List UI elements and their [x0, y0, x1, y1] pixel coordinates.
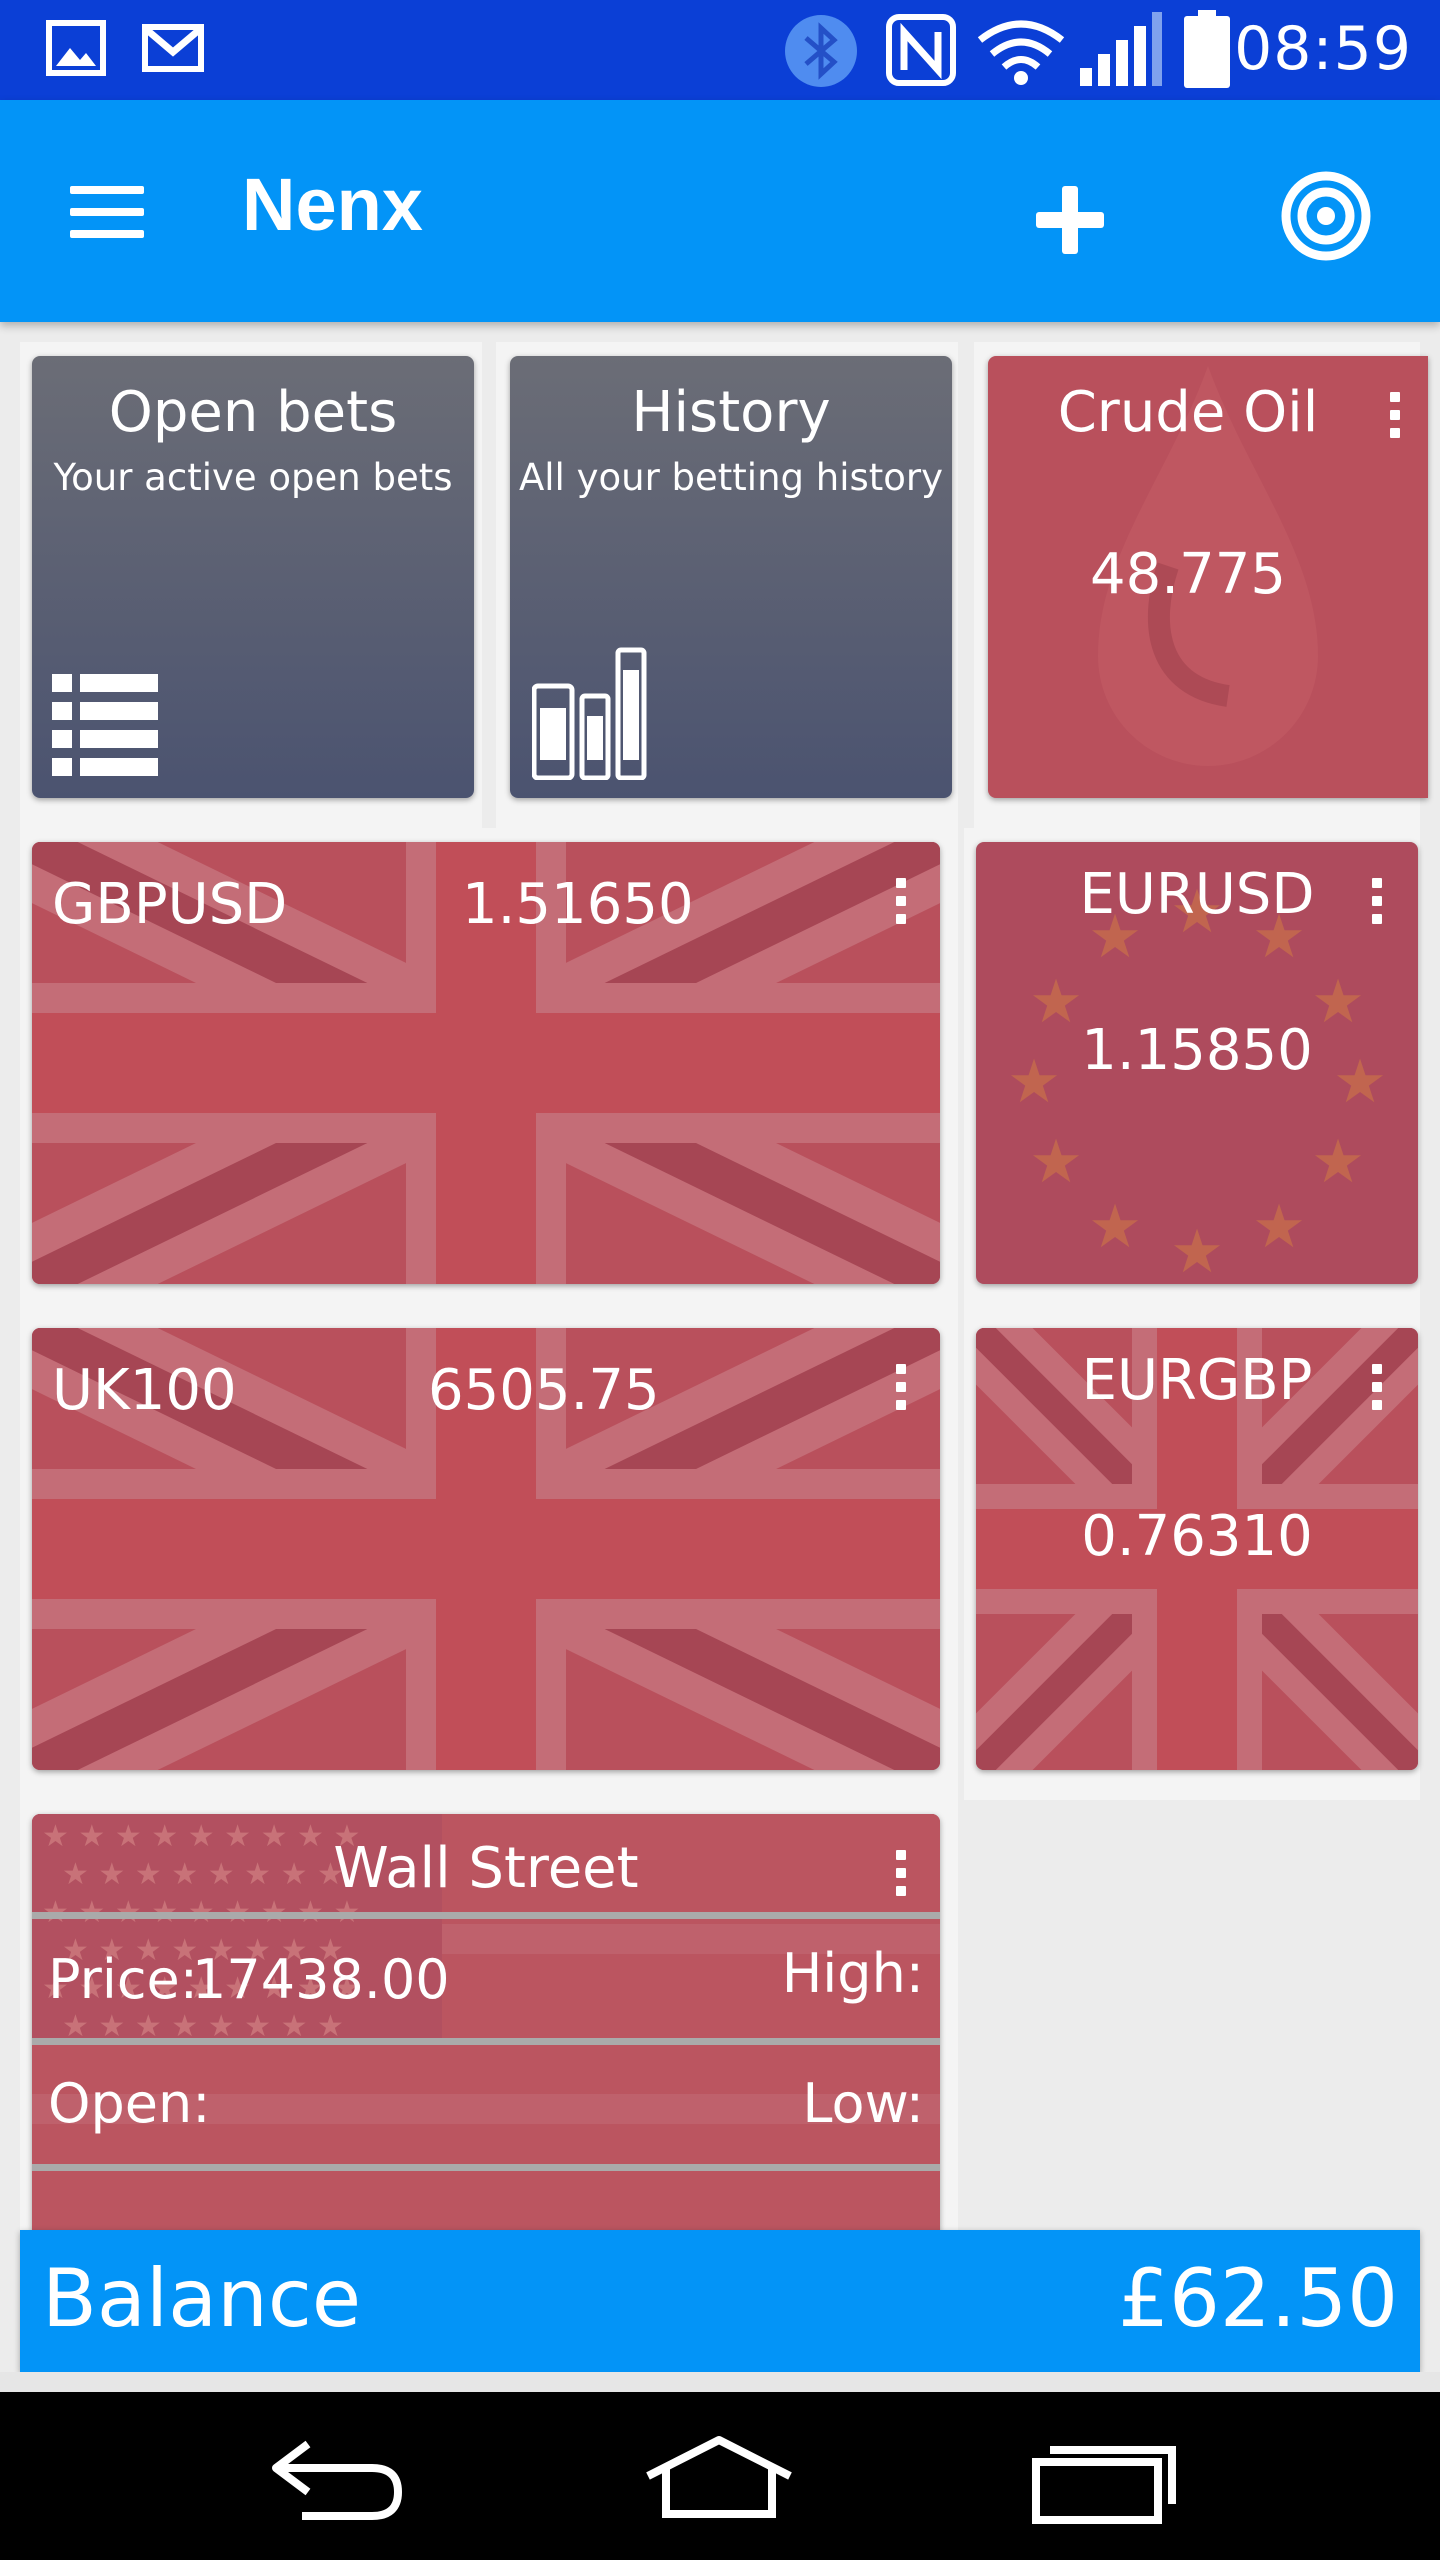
app-bar: Nenx — [0, 100, 1440, 322]
balance-label: Balance — [42, 2252, 362, 2345]
history-subtitle: All your betting history — [518, 456, 944, 499]
uk100-name: UK100 — [52, 1358, 237, 1423]
recents-icon — [1032, 2446, 1176, 2524]
app-title: Nenx — [242, 163, 423, 246]
wall-street-price: 17438.00 — [192, 1948, 450, 2011]
svg-text:★: ★ — [1170, 1217, 1224, 1284]
gmail-icon — [142, 24, 204, 72]
svg-text:★: ★ — [1029, 1127, 1083, 1197]
gbpusd-menu-button[interactable] — [880, 872, 920, 952]
svg-text:★: ★ — [1088, 1192, 1142, 1262]
books-icon — [532, 647, 647, 780]
kebab-icon — [1372, 1364, 1382, 1374]
bluetooth-icon — [785, 15, 857, 87]
eurusd-menu-button[interactable] — [1356, 872, 1396, 952]
wall-street-high-label: High: — [781, 1942, 924, 2005]
svg-text:★: ★ — [1252, 1192, 1306, 1262]
open-bets-tile[interactable]: Open bets Your active open bets — [32, 356, 474, 798]
gbpusd-price: 1.51650 — [462, 872, 694, 937]
wall-street-price-label: Price: — [48, 1948, 198, 2011]
crude-oil-tile[interactable]: Crude Oil 48.775 — [988, 356, 1428, 798]
crude-oil-price: 48.775 — [1090, 542, 1286, 607]
target-button[interactable] — [1270, 160, 1382, 272]
eurgbp-tile[interactable]: EURGBP 0.76310 — [976, 1328, 1418, 1770]
kebab-icon — [896, 1364, 906, 1374]
uk100-tile[interactable]: UK100 6505.75 — [32, 1328, 940, 1770]
balance-divider — [0, 2372, 1440, 2392]
back-icon — [272, 2440, 403, 2520]
nfc-icon — [886, 14, 956, 86]
home-icon — [646, 2436, 792, 2518]
gbpusd-name: GBPUSD — [52, 872, 288, 937]
status-bar: 08:59 — [0, 0, 1440, 100]
list-icon — [52, 674, 158, 776]
status-time: 08:59 — [1234, 14, 1412, 84]
eurusd-tile[interactable]: ★ ★ ★ ★ ★ ★ ★ ★ ★ ★ ★ ★ EURUSD 1.15850 — [976, 842, 1418, 1284]
uk100-price: 6505.75 — [428, 1358, 660, 1423]
svg-text:★: ★ — [1311, 1127, 1365, 1197]
uk100-menu-button[interactable] — [880, 1358, 920, 1438]
history-title: History — [631, 380, 831, 445]
eurusd-price: 1.15850 — [1081, 1018, 1313, 1083]
eurusd-name: EURUSD — [1079, 862, 1315, 927]
recents-button[interactable] — [1030, 2428, 1180, 2528]
menu-icon — [70, 186, 144, 194]
gbpusd-tile[interactable]: GBPUSD 1.51650 — [32, 842, 940, 1284]
crude-oil-menu-button[interactable] — [1374, 386, 1414, 466]
eurgbp-price: 0.76310 — [1081, 1504, 1313, 1569]
battery-icon — [1184, 10, 1230, 88]
wall-street-name: Wall Street — [333, 1836, 639, 1901]
eurgbp-menu-button[interactable] — [1356, 1358, 1396, 1438]
kebab-icon — [1372, 878, 1382, 888]
open-bets-subtitle: Your active open bets — [53, 456, 453, 499]
target-icon — [1281, 171, 1371, 261]
eurgbp-name: EURGBP — [1081, 1348, 1313, 1413]
wall-street-open-label: Open: — [48, 2072, 211, 2135]
crude-oil-name: Crude Oil — [1057, 380, 1319, 445]
navigation-bar — [0, 2392, 1440, 2560]
wall-street-low-label: Low: — [802, 2072, 924, 2135]
balance-value: £62.50 — [1118, 2252, 1398, 2345]
history-tile[interactable]: History All your betting history — [510, 356, 952, 798]
home-button[interactable] — [644, 2428, 794, 2528]
wall-street-menu-button[interactable] — [880, 1844, 920, 1924]
kebab-icon — [896, 878, 906, 888]
back-button[interactable] — [262, 2428, 412, 2528]
wall-street-tile[interactable]: ★ ★ ★ ★ ★ ★ ★ ★ ★ ★ ★ ★ ★ ★ ★ ★ ★ ★ ★ ★ … — [32, 1814, 940, 2230]
balance-bar[interactable]: Balance £62.50 — [20, 2230, 1420, 2372]
add-button[interactable] — [1020, 170, 1120, 270]
kebab-icon — [1390, 392, 1400, 402]
signal-icon — [1080, 12, 1162, 86]
plus-icon — [1036, 186, 1104, 254]
kebab-icon — [896, 1850, 906, 1860]
image-icon — [46, 20, 106, 76]
open-bets-title: Open bets — [108, 380, 398, 445]
tile-grid: Open bets Your active open bets History … — [0, 322, 1440, 2230]
menu-button[interactable] — [60, 178, 156, 248]
wifi-icon — [977, 20, 1065, 85]
